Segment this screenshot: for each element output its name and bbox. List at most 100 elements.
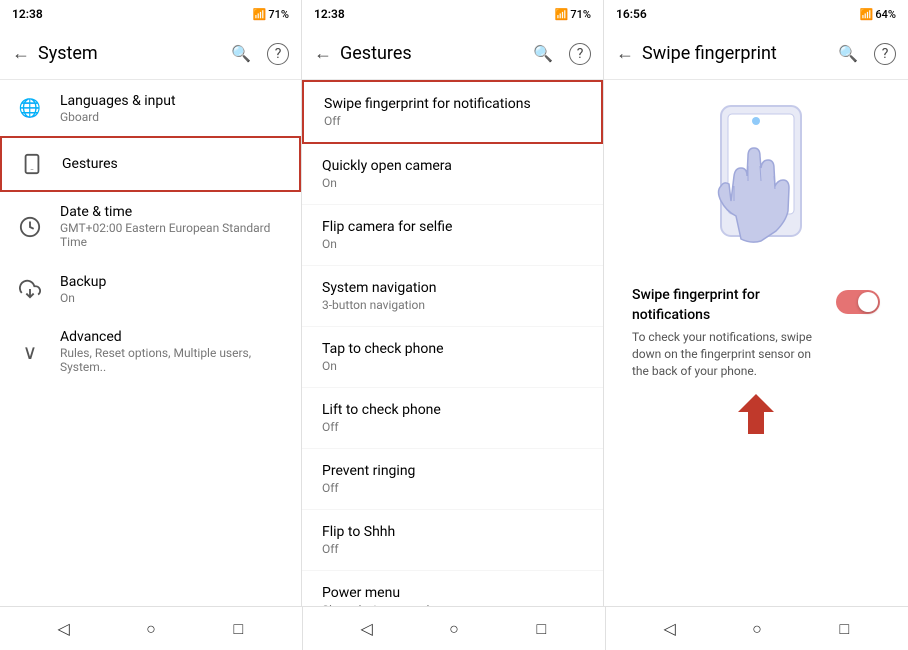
battery-1: 71% [268,8,289,21]
settings-item-languages[interactable]: 🌐 Languages & input Gboard [0,80,301,136]
help-button-1[interactable]: ? [267,43,289,65]
recent-nav-2[interactable]: □ [527,615,555,643]
help-button-3[interactable]: ? [874,43,896,65]
battery-3: 64% [875,8,896,21]
feature-description: To check your notifications, swipe down … [632,329,824,379]
gestures-icon [18,150,46,178]
back-button-3[interactable]: ← [616,43,634,64]
chevron-down-icon: ∨ [16,338,44,366]
datetime-subtitle: GMT+02:00 Eastern European Standard Time [60,221,285,249]
gesture-item-power-menu[interactable]: Power menu Show device controls [302,571,603,606]
feature-detail-row: Swipe fingerprint for notifications To c… [620,286,892,380]
languages-subtitle: Gboard [60,110,285,124]
gesture-item-prevent-ringing[interactable]: Prevent ringing Off [302,449,603,510]
home-nav-3[interactable]: ○ [743,615,771,643]
gesture-item-lift-check[interactable]: Lift to check phone Off [302,388,603,449]
datetime-title: Date & time [60,204,285,220]
prevent-ringing-subtitle: Off [322,481,583,495]
gesture-item-swipe-fingerprint[interactable]: Swipe fingerprint for notifications Off [302,80,603,144]
power-menu-title: Power menu [322,585,583,601]
status-bar-1: 12:38 📶 71% [0,0,301,28]
clock-icon [16,213,44,241]
search-button-1[interactable]: 🔍 [227,40,255,68]
swipe-fingerprint-title: Swipe fingerprint for notifications [324,96,581,112]
tap-check-subtitle: On [322,359,583,373]
system-nav-title: System navigation [322,280,583,296]
time-1: 12:38 [12,7,43,21]
status-icons-3: 📶 64% [860,8,896,21]
settings-item-datetime[interactable]: Date & time GMT+02:00 Eastern European S… [0,192,301,261]
system-panel: 12:38 📶 71% ← System 🔍 ? 🌐 Languages & i… [0,0,302,606]
swipe-fingerprint-toggle[interactable] [836,290,880,314]
gesture-item-flip-camera[interactable]: Flip camera for selfie On [302,205,603,266]
lift-check-subtitle: Off [322,420,583,434]
search-button-3[interactable]: 🔍 [834,40,862,68]
status-bar-3: 16:56 📶 64% [604,0,908,28]
top-bar-icons-2: 🔍 ? [529,40,591,68]
swipe-fingerprint-subtitle: Off [324,114,581,128]
flip-shhh-title: Flip to Shhh [322,524,583,540]
status-icons-1: 📶 71% [253,8,289,21]
battery-2: 71% [570,8,591,21]
nav-section-1: ◁ ○ □ [0,607,302,650]
back-nav-3[interactable]: ◁ [656,615,684,643]
help-button-2[interactable]: ? [569,43,591,65]
back-button-2[interactable]: ← [314,43,332,64]
gestures-title-header: Gestures [340,43,521,64]
backup-icon [16,275,44,303]
feature-title: Swipe fingerprint for notifications [632,286,824,325]
red-arrow-indicator [736,392,776,436]
system-nav-subtitle: 3-button navigation [322,298,583,312]
top-bar-icons-3: 🔍 ? [834,40,896,68]
open-camera-title: Quickly open camera [322,158,583,174]
system-top-bar: ← System 🔍 ? [0,28,301,80]
lift-check-title: Lift to check phone [322,402,583,418]
swipe-fingerprint-top-bar: ← Swipe fingerprint 🔍 ? [604,28,908,80]
gesture-item-open-camera[interactable]: Quickly open camera On [302,144,603,205]
settings-item-gestures[interactable]: Gestures [0,136,301,192]
detail-content: Swipe fingerprint for notifications To c… [604,80,908,452]
gestures-list: Swipe fingerprint for notifications Off … [302,80,603,606]
wifi-icon-1: 📶 [253,8,267,21]
back-button-1[interactable]: ← [12,43,30,64]
feature-text-block: Swipe fingerprint for notifications To c… [632,286,824,380]
prevent-ringing-title: Prevent ringing [322,463,583,479]
wifi-icon-2: 📶 [555,8,569,21]
flip-shhh-subtitle: Off [322,542,583,556]
phone-illustration [666,96,846,286]
swipe-fingerprint-panel: 16:56 📶 64% ← Swipe fingerprint 🔍 ? [604,0,908,606]
back-nav-2[interactable]: ◁ [353,615,381,643]
gestures-top-bar: ← Gestures 🔍 ? [302,28,603,80]
flip-camera-subtitle: On [322,237,583,251]
nav-section-3: ◁ ○ □ [605,607,908,650]
swipe-fingerprint-header-title: Swipe fingerprint [642,43,826,64]
gestures-title: Gestures [62,156,283,172]
gesture-item-system-nav[interactable]: System navigation 3-button navigation [302,266,603,327]
back-nav-1[interactable]: ◁ [50,615,78,643]
recent-nav-3[interactable]: □ [830,615,858,643]
recent-nav-1[interactable]: □ [224,615,252,643]
status-bar-2: 12:38 📶 71% [302,0,603,28]
settings-item-backup[interactable]: Backup On [0,261,301,317]
status-icons-2: 📶 71% [555,8,591,21]
flip-camera-title: Flip camera for selfie [322,219,583,235]
advanced-subtitle: Rules, Reset options, Multiple users, Sy… [60,346,285,374]
top-bar-icons-1: 🔍 ? [227,40,289,68]
nav-section-2: ◁ ○ □ [302,607,605,650]
home-nav-1[interactable]: ○ [137,615,165,643]
gestures-panel: 12:38 📶 71% ← Gestures 🔍 ? Swipe fingerp… [302,0,604,606]
advanced-title: Advanced [60,329,285,345]
time-2: 12:38 [314,7,345,21]
system-settings-list: 🌐 Languages & input Gboard Gestures [0,80,301,606]
search-button-2[interactable]: 🔍 [529,40,557,68]
home-nav-2[interactable]: ○ [440,615,468,643]
backup-subtitle: On [60,291,285,305]
navigation-bar: ◁ ○ □ ◁ ○ □ ◁ ○ □ [0,606,908,650]
globe-icon: 🌐 [16,94,44,122]
gesture-item-flip-shhh[interactable]: Flip to Shhh Off [302,510,603,571]
system-title: System [38,43,219,64]
settings-item-advanced[interactable]: ∨ Advanced Rules, Reset options, Multipl… [0,317,301,386]
backup-title: Backup [60,274,285,290]
gesture-item-tap-check[interactable]: Tap to check phone On [302,327,603,388]
languages-title: Languages & input [60,93,285,109]
